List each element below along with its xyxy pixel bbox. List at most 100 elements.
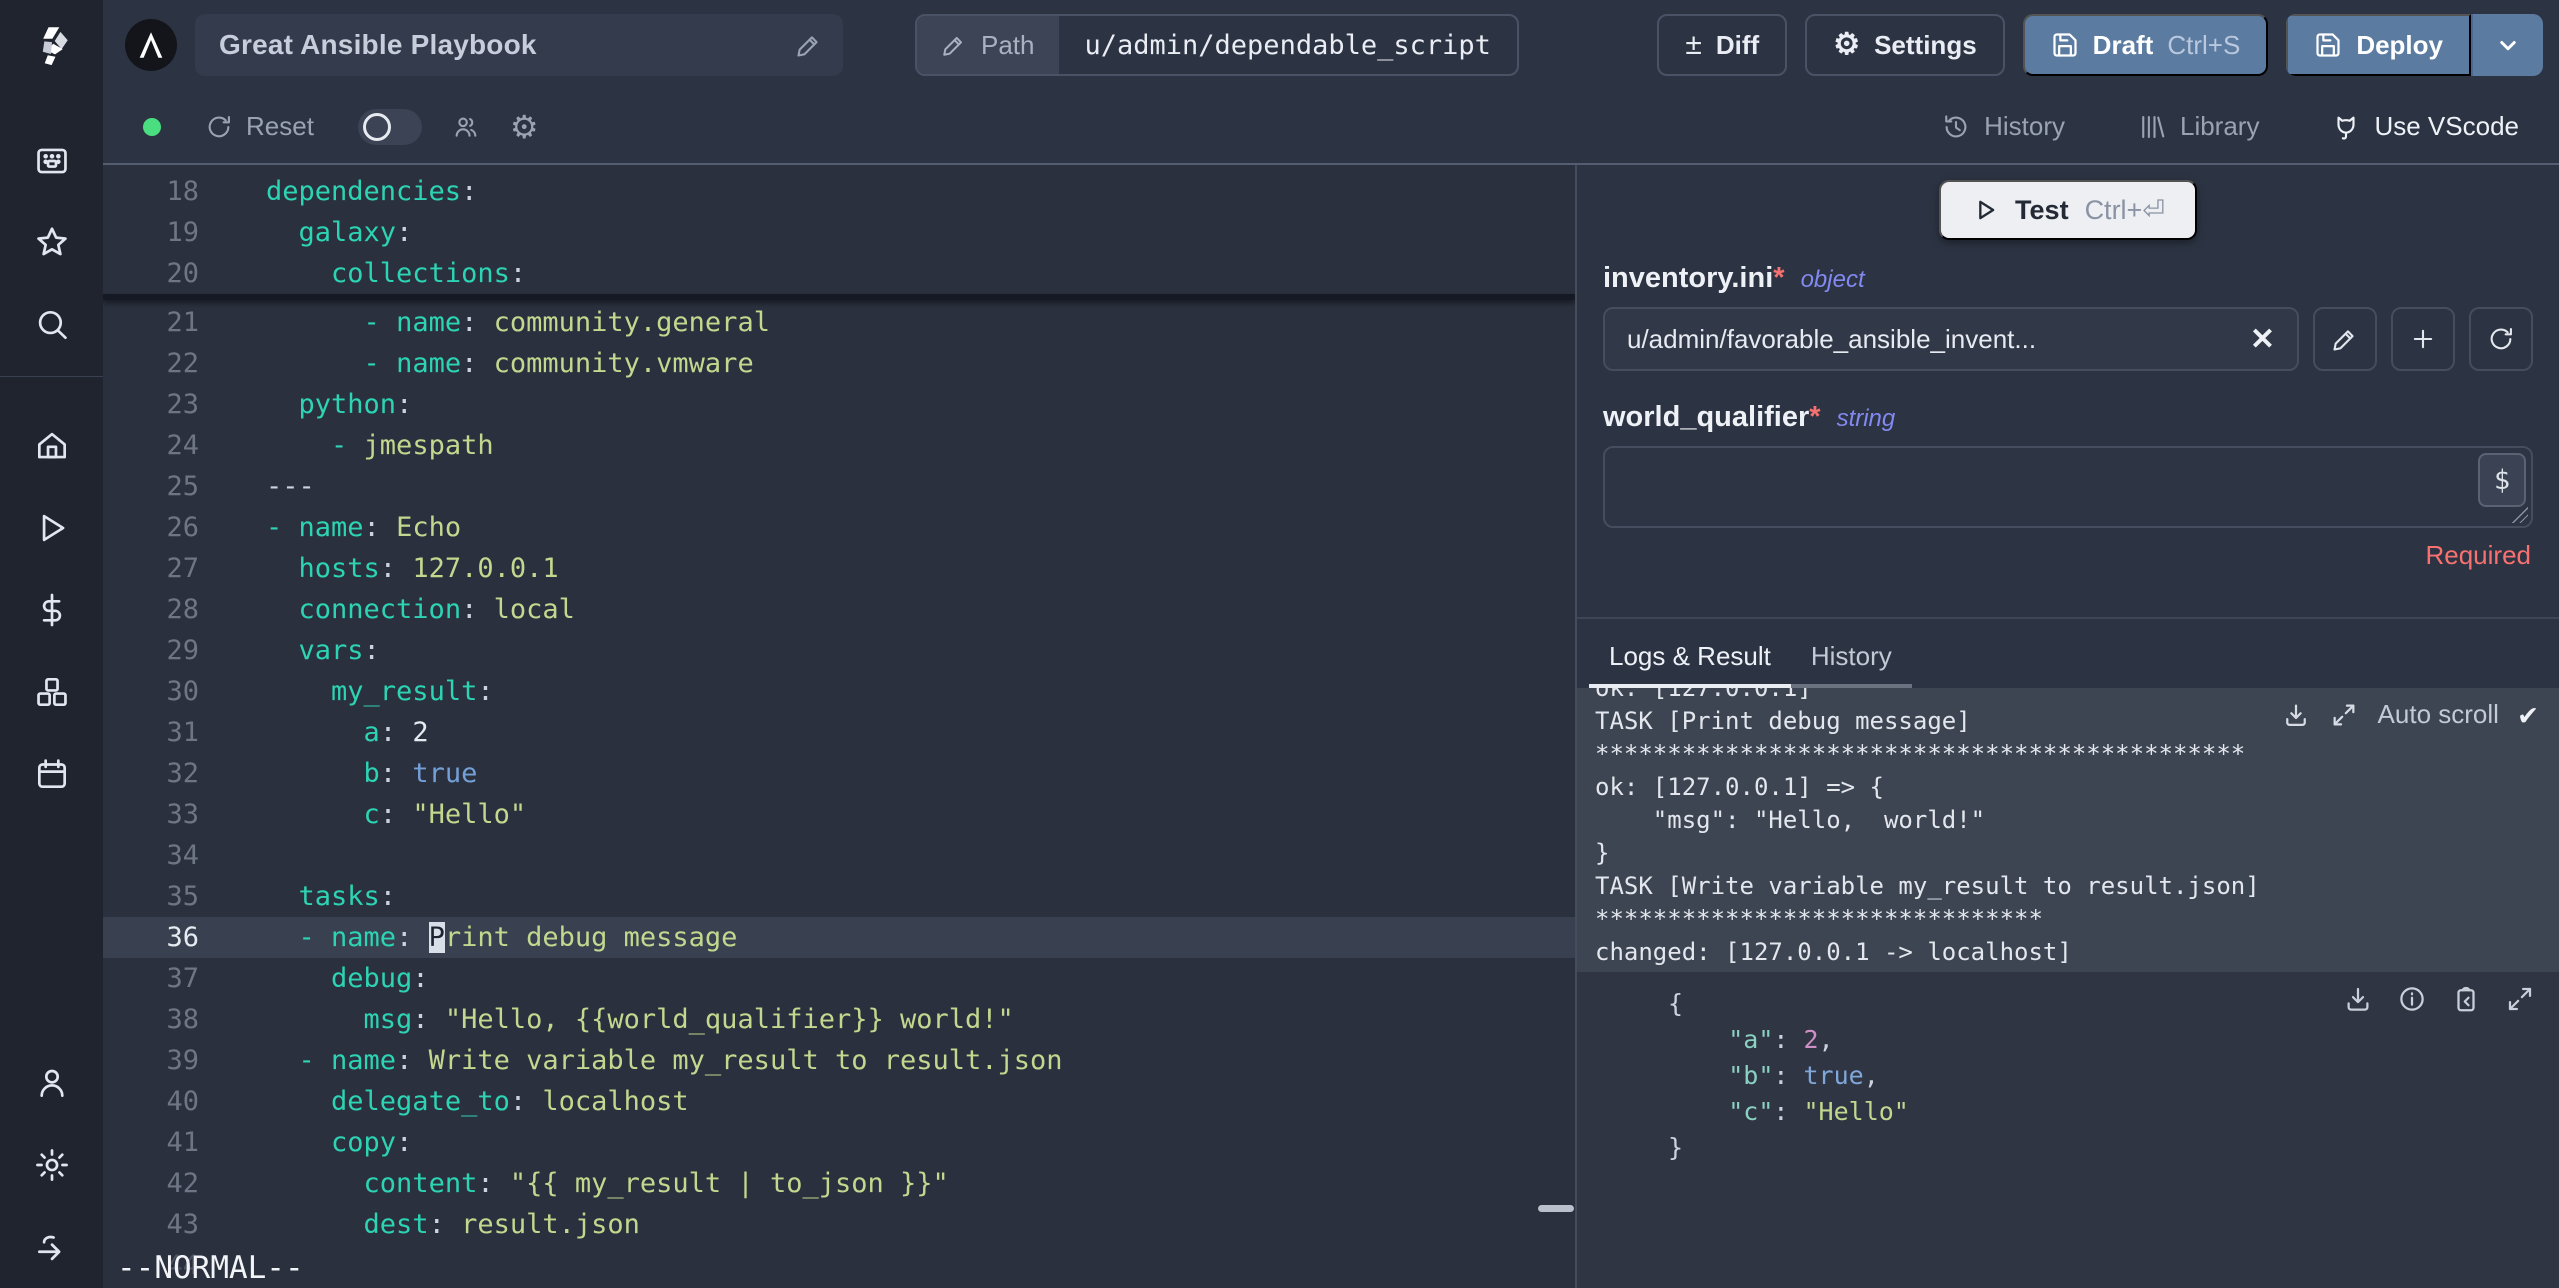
inventory-value: u/admin/favorable_ansible_invent... <box>1627 323 2037 354</box>
required-asterisk: * <box>1809 401 1821 433</box>
deploy-button[interactable]: Deploy <box>2286 14 2471 76</box>
runs-play-icon[interactable] <box>0 487 103 569</box>
library-button[interactable]: Library <box>2137 111 2259 142</box>
required-asterisk: * <box>1773 262 1785 294</box>
users-icon <box>455 117 477 137</box>
home-icon[interactable] <box>0 405 103 487</box>
toggle-knob <box>362 112 391 141</box>
test-label: Test <box>2015 194 2069 225</box>
edit-path-pencil-icon <box>943 36 963 56</box>
use-vscode-button[interactable]: Use VScode <box>2331 111 2519 142</box>
download-result-icon[interactable] <box>2343 984 2373 1014</box>
sidebar-nav-top <box>0 120 103 366</box>
code-editor[interactable]: 18 dependencies: 19 galaxy: 20 collections:… <box>103 165 1575 1288</box>
world-qualifier-field-label: world_qualifier* string <box>1603 401 2559 434</box>
bottom-tabs: Logs & Result History <box>1577 631 2559 688</box>
inventory-resource-input[interactable]: u/admin/favorable_ansible_invent... ✕ <box>1603 307 2299 371</box>
deploy-dropdown-button[interactable] <box>2471 14 2543 76</box>
sticky-scroll-lines: 18 dependencies: 19 galaxy: 20 collections: <box>166 176 527 289</box>
save-icon <box>2053 33 2077 57</box>
history-button[interactable]: History <box>1941 111 2065 142</box>
deploy-label: Deploy <box>2356 29 2443 60</box>
edit-title-pencil-icon[interactable] <box>795 31 823 59</box>
variables-dollar-icon[interactable] <box>0 569 103 651</box>
apps-icon[interactable] <box>0 120 103 202</box>
required-error: Required <box>2425 540 2531 570</box>
diff-button[interactable]: ± Diff <box>1657 14 1788 76</box>
result-panel[interactable]: { "a": 2, "b": true, "c": "Hello"} <box>1577 972 2559 1288</box>
expand-logs-icon[interactable] <box>2330 701 2358 729</box>
panel-divider <box>1577 617 2559 619</box>
refresh-resource-button[interactable] <box>2469 307 2533 371</box>
draft-button[interactable]: Draft Ctrl+S <box>2022 14 2269 76</box>
settings-gear-icon[interactable] <box>0 1124 103 1206</box>
gear-icon: ⚙ <box>1833 28 1861 61</box>
world-qualifier-input[interactable]: $ <box>1603 446 2533 528</box>
editor-toolbar: Reset ⚙ History Library Use VScode <box>103 90 2559 163</box>
reset-label: Reset <box>246 111 314 141</box>
tab-history[interactable]: History <box>1790 631 1912 688</box>
collaborators-button[interactable] <box>452 113 480 141</box>
inventory-label: inventory.ini <box>1603 262 1774 294</box>
splitter-drag-handle[interactable] <box>1538 1205 1574 1212</box>
sidebar-divider <box>0 376 103 377</box>
app-window: Great Ansible Playbook Path u/admin/depe… <box>0 0 2559 1288</box>
world-qualifier-type: string <box>1836 405 1896 432</box>
mode-toggle[interactable] <box>357 108 422 145</box>
inventory-type: object <box>1800 266 1865 293</box>
plus-minus-icon: ± <box>1685 28 1702 61</box>
left-sidebar <box>0 0 103 1288</box>
expand-result-icon[interactable] <box>2505 984 2535 1014</box>
inventory-field-label: inventory.ini* object <box>1603 262 2559 295</box>
edit-resource-button[interactable] <box>2313 307 2377 371</box>
script-title-input[interactable]: Great Ansible Playbook <box>195 14 843 76</box>
draft-label: Draft <box>2092 29 2154 60</box>
path-button[interactable]: Path u/admin/dependable_script <box>915 14 1519 76</box>
logout-icon[interactable] <box>0 1206 103 1288</box>
editor-settings-button[interactable]: ⚙ <box>510 111 539 143</box>
logs-panel[interactable]: ok: [127.0.0.1] TASK [Print debug messag… <box>1577 688 2559 972</box>
add-resource-button[interactable] <box>2391 307 2455 371</box>
test-button[interactable]: Test Ctrl+⏎ <box>1939 180 2197 240</box>
result-controls <box>2343 984 2535 1014</box>
pencil-icon <box>2333 330 2354 351</box>
schedules-calendar-icon[interactable] <box>0 733 103 815</box>
account-user-icon[interactable] <box>0 1042 103 1124</box>
windmill-logo[interactable] <box>24 18 80 74</box>
info-icon[interactable] <box>2397 984 2427 1014</box>
ansible-logo <box>125 19 177 71</box>
script-title: Great Ansible Playbook <box>219 29 537 60</box>
path-label: Path <box>981 29 1035 60</box>
library-icon <box>2142 115 2165 138</box>
vim-mode-indicator: --NORMAL-- <box>117 1250 304 1286</box>
resources-cubes-icon[interactable] <box>0 651 103 733</box>
sticky-scroll-shadow <box>103 294 1575 300</box>
clear-inventory-icon[interactable]: ✕ <box>2250 322 2275 357</box>
favorites-star-icon[interactable] <box>0 202 103 284</box>
chevron-down-icon <box>2500 41 2516 51</box>
top-bar: Great Ansible Playbook Path u/admin/depe… <box>103 0 2559 90</box>
gear-icon: ⚙ <box>509 108 539 145</box>
reset-button[interactable]: Reset <box>205 111 314 142</box>
save-icon <box>2316 33 2340 57</box>
search-icon[interactable] <box>0 284 103 366</box>
content-area: 18 dependencies: 19 galaxy: 20 collections:… <box>103 163 2559 1288</box>
vscode-icon <box>2337 116 2356 140</box>
insert-variable-button[interactable]: $ <box>2478 453 2526 507</box>
deploy-button-group: Deploy <box>2286 14 2543 76</box>
settings-label: Settings <box>1874 29 1977 60</box>
history-label: History <box>1984 111 2065 141</box>
refresh-icon <box>2490 328 2512 350</box>
download-logs-icon[interactable] <box>2282 701 2310 729</box>
copy-clipboard-icon[interactable] <box>2451 984 2481 1014</box>
test-shortcut: Ctrl+⏎ <box>2084 194 2165 225</box>
code-lines: 21 - name: community.general 22 - name: c… <box>103 302 1575 1286</box>
resize-grip[interactable] <box>2512 507 2528 523</box>
world-qualifier-label: world_qualifier <box>1603 401 1810 433</box>
logs-controls: Auto scroll ✔ <box>2271 698 2537 731</box>
tab-logs-result[interactable]: Logs & Result <box>1589 631 1791 688</box>
library-label: Library <box>2179 111 2260 141</box>
settings-button[interactable]: ⚙ Settings <box>1805 14 2005 76</box>
auto-scroll-checkbox[interactable]: ✔ <box>2519 698 2537 731</box>
diff-label: Diff <box>1715 29 1760 60</box>
